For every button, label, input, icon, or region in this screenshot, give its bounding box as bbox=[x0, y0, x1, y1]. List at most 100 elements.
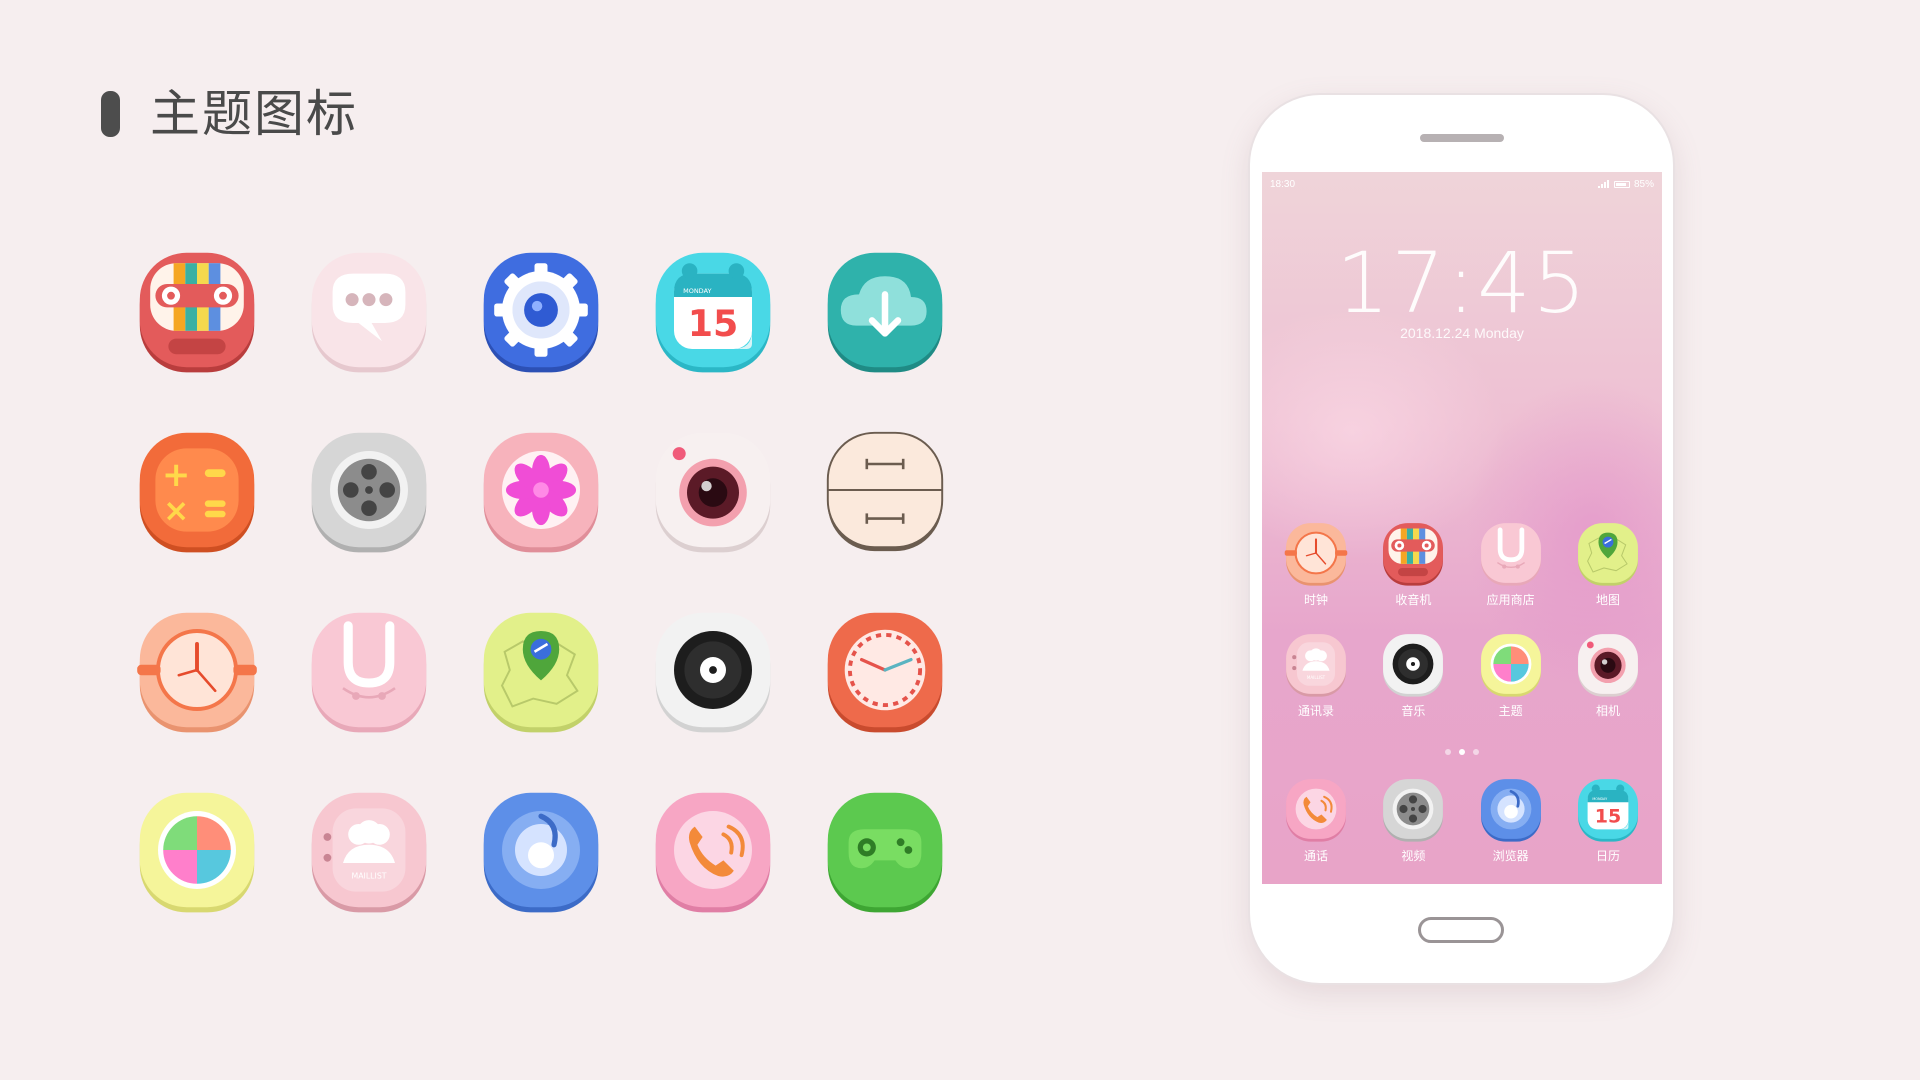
grid-icon-tile[interactable] bbox=[476, 245, 606, 375]
svg-text:MONDAY: MONDAY bbox=[1592, 797, 1608, 801]
grid-icon-tile[interactable] bbox=[132, 605, 262, 735]
app-label: 通讯录 bbox=[1297, 704, 1334, 718]
grid-icon-tile[interactable] bbox=[132, 785, 262, 915]
app-label: 通话 bbox=[1303, 849, 1328, 863]
game-icon bbox=[827, 792, 943, 913]
theme-icon bbox=[139, 792, 255, 913]
page-dot[interactable] bbox=[1459, 749, 1465, 755]
contacts-icon: MAILLIST bbox=[311, 792, 427, 913]
file-manager-icon bbox=[826, 431, 944, 552]
clock-icon bbox=[1284, 523, 1348, 586]
grid-icon-tile[interactable] bbox=[648, 785, 778, 915]
svg-text:MAILLIST: MAILLIST bbox=[351, 872, 386, 881]
grid-icon-tile[interactable] bbox=[476, 425, 606, 555]
app-clock[interactable]: 时钟 bbox=[1276, 519, 1356, 608]
home-button[interactable] bbox=[1418, 917, 1504, 943]
grid-icon-tile[interactable] bbox=[476, 605, 606, 735]
app-map[interactable]: 地图 bbox=[1568, 519, 1648, 608]
video-icon bbox=[311, 432, 427, 553]
app-store-icon bbox=[1480, 523, 1541, 586]
app-label: 地图 bbox=[1595, 593, 1620, 607]
status-time: 18:30 bbox=[1270, 178, 1296, 190]
grid-icon-tile[interactable] bbox=[820, 605, 950, 735]
home-app-row: MAILLIST 通讯录 音乐 主题 相机 bbox=[1276, 630, 1648, 719]
grid-icon-tile[interactable] bbox=[648, 425, 778, 555]
app-calendar[interactable]: MONDAY 15 日历 bbox=[1568, 775, 1648, 864]
app-camera[interactable]: 相机 bbox=[1568, 630, 1648, 719]
home-app-row: 时钟 收音机 应用商店 地图 bbox=[1276, 519, 1648, 608]
app-browser[interactable]: 浏览器 bbox=[1471, 775, 1551, 864]
messages-icon bbox=[311, 252, 427, 373]
app-phone-call[interactable]: 通话 bbox=[1276, 775, 1356, 864]
camera-icon bbox=[1578, 634, 1638, 697]
radio-icon bbox=[139, 252, 255, 373]
app-label: 视频 bbox=[1401, 849, 1426, 863]
svg-text:+: + bbox=[162, 455, 190, 494]
grid-icon-tile[interactable] bbox=[132, 245, 262, 375]
app-radio[interactable]: 收音机 bbox=[1373, 519, 1453, 608]
dock-row: 通话 视频 浏览器 MONDAY 15 日历 bbox=[1276, 775, 1648, 864]
phone-mockup: 18:30 85% 17:45 2018.12.24 Monday 时钟 收音机… bbox=[1250, 95, 1673, 983]
lockscreen-date: 2018.12.24 Monday bbox=[1400, 325, 1524, 341]
theme-icon-grid: MONDAY 15 + × MAILLIST bbox=[132, 245, 950, 915]
app-theme[interactable]: 主题 bbox=[1471, 630, 1551, 719]
phone-call-icon bbox=[655, 792, 771, 913]
svg-text:MAILLIST: MAILLIST bbox=[1307, 675, 1326, 680]
status-bar: 18:30 85% bbox=[1270, 177, 1654, 191]
map-icon bbox=[483, 612, 599, 733]
battery-level: 85% bbox=[1633, 178, 1654, 190]
grid-icon-tile[interactable]: MONDAY 15 bbox=[648, 245, 778, 375]
battery-icon bbox=[1613, 180, 1630, 188]
browser-icon bbox=[1480, 779, 1541, 842]
svg-text:MONDAY: MONDAY bbox=[683, 287, 711, 295]
gallery-icon bbox=[483, 432, 599, 553]
calculator-icon: + × bbox=[139, 432, 255, 553]
svg-text:×: × bbox=[163, 493, 189, 529]
app-label: 主题 bbox=[1498, 704, 1523, 718]
app-label: 日历 bbox=[1595, 849, 1620, 863]
app-store-icon bbox=[311, 612, 427, 733]
page-dot[interactable] bbox=[1473, 749, 1479, 755]
grid-icon-tile[interactable]: MAILLIST bbox=[304, 785, 434, 915]
title-accent-bar bbox=[101, 91, 120, 137]
grid-icon-tile[interactable] bbox=[304, 425, 434, 555]
app-music[interactable]: 音乐 bbox=[1373, 630, 1453, 719]
calendar-icon: MONDAY 15 bbox=[655, 252, 771, 373]
phone-call-icon bbox=[1286, 779, 1346, 842]
grid-icon-tile[interactable] bbox=[820, 245, 950, 375]
alarm-icon bbox=[827, 612, 943, 733]
grid-icon-tile[interactable]: + × bbox=[132, 425, 262, 555]
app-label: 应用商店 bbox=[1486, 593, 1535, 607]
page-dot[interactable] bbox=[1445, 749, 1451, 755]
contacts-icon: MAILLIST bbox=[1286, 634, 1346, 697]
app-app-store[interactable]: 应用商店 bbox=[1471, 519, 1551, 608]
camera-icon bbox=[655, 432, 771, 553]
grid-icon-tile[interactable] bbox=[304, 245, 434, 375]
theme-icon bbox=[1480, 634, 1541, 697]
clock-icon bbox=[137, 612, 257, 733]
lockscreen-clock: 17:45 bbox=[1335, 234, 1589, 332]
signal-icon bbox=[1597, 180, 1609, 188]
grid-icon-tile[interactable] bbox=[648, 605, 778, 735]
grid-icon-tile[interactable] bbox=[476, 785, 606, 915]
page-indicator[interactable] bbox=[1262, 749, 1662, 755]
phone-screen: 18:30 85% 17:45 2018.12.24 Monday 时钟 收音机… bbox=[1262, 172, 1662, 884]
music-icon bbox=[1383, 634, 1444, 697]
app-label: 时钟 bbox=[1303, 593, 1328, 607]
grid-icon-tile[interactable] bbox=[820, 785, 950, 915]
grid-icon-tile[interactable] bbox=[820, 425, 950, 555]
app-label: 相机 bbox=[1595, 704, 1620, 718]
calendar-icon: MONDAY 15 bbox=[1578, 779, 1638, 842]
video-icon bbox=[1383, 779, 1444, 842]
phone-speaker bbox=[1420, 134, 1504, 142]
radio-icon bbox=[1383, 523, 1444, 586]
app-video[interactable]: 视频 bbox=[1373, 775, 1453, 864]
grid-icon-tile[interactable] bbox=[304, 605, 434, 735]
app-label: 收音机 bbox=[1395, 593, 1432, 607]
svg-text:15: 15 bbox=[1595, 806, 1621, 828]
music-icon bbox=[655, 612, 771, 733]
map-icon bbox=[1578, 523, 1638, 586]
app-contacts[interactable]: MAILLIST 通讯录 bbox=[1276, 630, 1356, 719]
cloud-download-icon bbox=[827, 252, 943, 373]
app-label: 音乐 bbox=[1401, 704, 1426, 718]
